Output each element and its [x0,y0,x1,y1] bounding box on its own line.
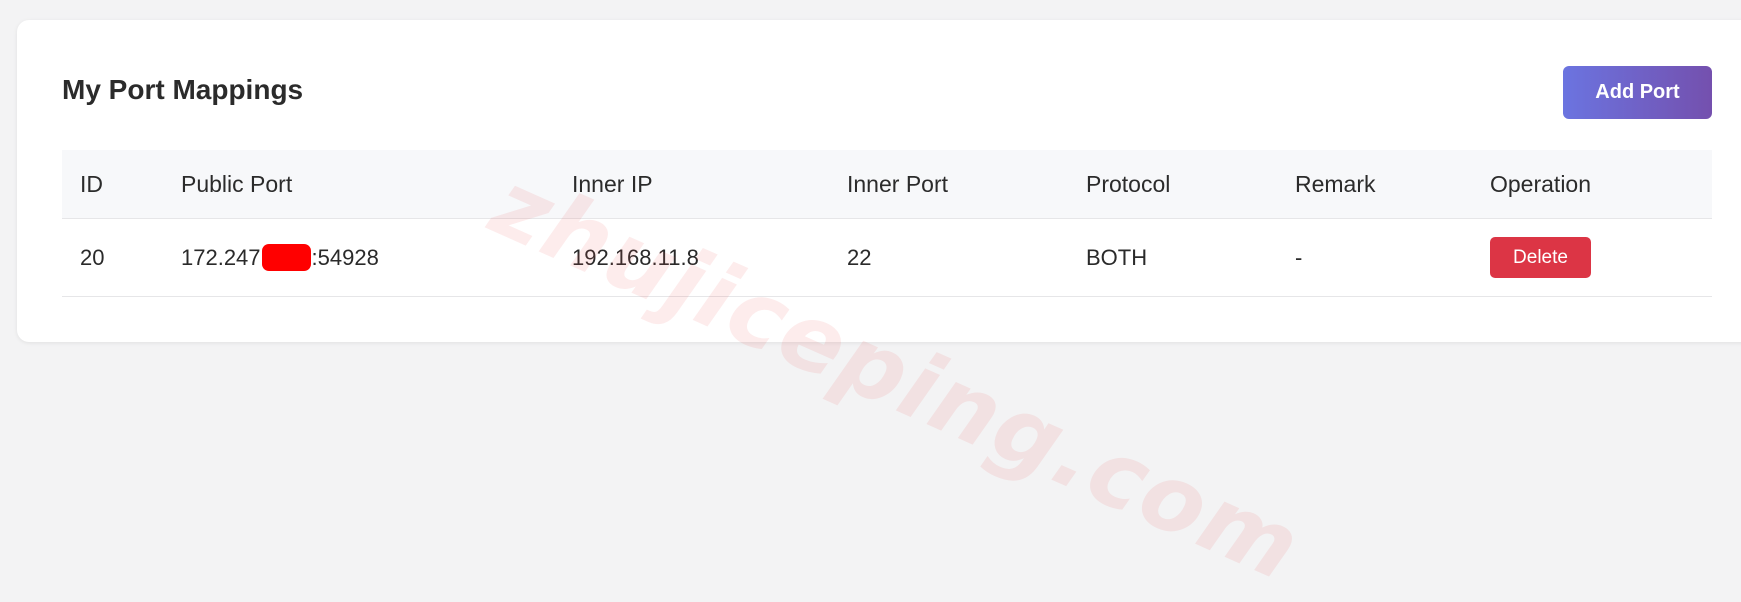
public-port-suffix: :54928 [311,244,379,270]
cell-public-port: 172.247 :54928 [181,219,379,296]
header-id: ID [80,170,103,197]
cell-inner-port: 22 [847,244,872,270]
cell-operation: Delete [1490,219,1591,296]
add-port-button[interactable]: Add Port [1563,66,1712,119]
header-protocol: Protocol [1086,170,1171,197]
cell-inner-ip: 192.168.11.8 [572,244,699,270]
header-inner-ip: Inner IP [572,170,653,197]
table-row: 20 172.247:54928 192.168.11.8 22 BOTH - … [62,219,1712,297]
cell-id: 20 [80,244,105,270]
port-mappings-table: ID Public Port Inner IP Inner Port Proto… [62,150,1712,297]
cell-remark: - [1295,244,1303,270]
delete-button[interactable]: Delete [1490,237,1591,278]
redaction-mark [261,244,311,271]
header-remark: Remark [1295,170,1376,197]
header-operation: Operation [1490,170,1592,197]
table-header-row: ID Public Port Inner IP Inner Port Proto… [62,150,1712,219]
header-public-port: Public Port [181,170,293,197]
page-title: My Port Mappings [62,74,304,105]
cell-protocol: BOTH [1086,244,1148,270]
public-port-prefix: 172.247 [181,244,261,270]
header-inner-port: Inner Port [847,170,948,197]
